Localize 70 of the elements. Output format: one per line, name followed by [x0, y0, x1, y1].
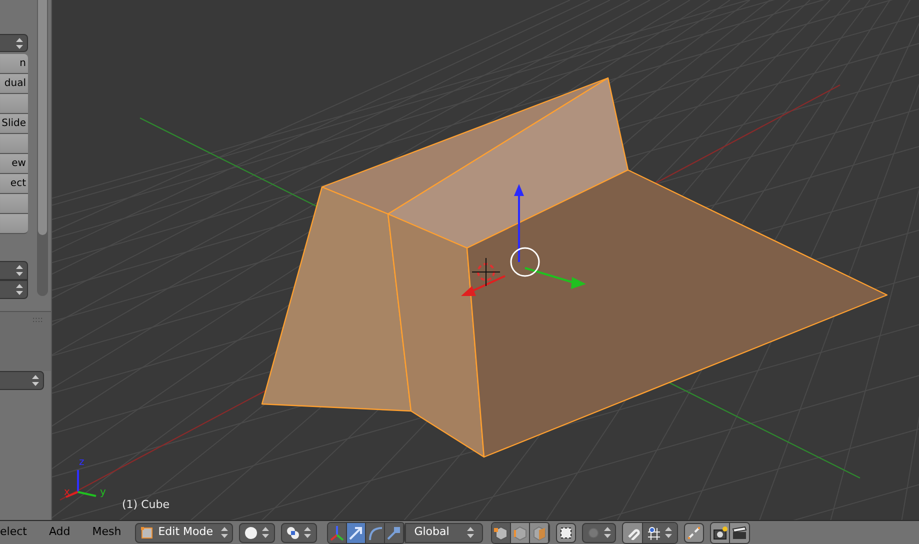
render-still-button[interactable] [711, 522, 730, 542]
shading-dropdown[interactable] [239, 522, 276, 542]
mesh-drawing[interactable] [261, 77, 888, 458]
dropdown-field[interactable] [0, 280, 28, 299]
up-down-arrows-icon [304, 527, 312, 538]
up-down-arrows-icon [604, 527, 612, 538]
menu-item[interactable]: Mesh [92, 524, 122, 541]
axis-label: x [64, 488, 70, 498]
pivot-circles-icon [286, 526, 300, 540]
dotted-square-icon [559, 526, 574, 540]
cube-edge-icon [512, 524, 528, 540]
dropdown-field[interactable] [0, 34, 28, 52]
proportional-dropdown[interactable] [582, 522, 616, 542]
tool-button[interactable] [0, 94, 28, 114]
tool-button[interactable] [0, 194, 28, 214]
camera-icon [712, 526, 728, 540]
grid-snap-icon [647, 526, 662, 540]
snap-target-toggle[interactable] [684, 522, 704, 542]
menu-item[interactable]: elect [0, 524, 27, 541]
orientation-dropdown[interactable]: Global [405, 522, 484, 542]
axis-indicator-icon [66, 470, 96, 498]
transform-gizmo-drawing[interactable] [461, 184, 586, 296]
pivot-dropdown[interactable] [281, 522, 318, 542]
cube-vertex-icon [493, 524, 510, 540]
arc-icon [367, 524, 384, 540]
up-down-arrows-icon [16, 38, 23, 48]
cube-face-icon [531, 524, 548, 540]
scrollbar[interactable] [37, 0, 48, 296]
tool-button[interactable] [0, 134, 28, 154]
tool-button[interactable] [0, 214, 28, 234]
manipulator-toggle[interactable] [347, 522, 366, 542]
tool-button[interactable]: ew [0, 154, 28, 174]
up-down-arrows-icon [221, 527, 228, 538]
scale-handle-icon [386, 524, 402, 540]
tool-button[interactable]: Slide [0, 114, 28, 134]
arrows-inward-icon [687, 526, 702, 540]
mesh-cube-icon [140, 526, 154, 540]
menu-item[interactable]: Add [48, 524, 70, 541]
tool-button[interactable]: dual [0, 74, 28, 94]
manipulator-toggle[interactable] [385, 522, 404, 542]
3d-viewport[interactable]: z x y (1) Cube [52, 0, 919, 520]
tool-button[interactable]: ect [0, 174, 28, 194]
snap-element-dropdown[interactable] [643, 522, 678, 542]
mode-dropdown[interactable]: Edit Mode [135, 522, 234, 542]
select-mode-toggle[interactable] [530, 522, 550, 542]
target-circle-icon [587, 526, 600, 540]
up-down-arrows-icon [16, 284, 23, 295]
up-down-arrows-icon [16, 265, 23, 276]
up-down-arrows-icon [665, 527, 672, 538]
snap-toggle[interactable] [623, 522, 644, 542]
axis-label: y [100, 488, 106, 498]
3d-cursor-icon [472, 258, 500, 286]
dropdown-field[interactable] [0, 261, 28, 280]
clapperboard-icon [732, 526, 748, 540]
select-mode-toggle[interactable] [511, 522, 530, 542]
manipulator-toggle[interactable] [366, 522, 386, 542]
sphere-icon [244, 526, 258, 540]
object-info: (1) Cube [122, 499, 170, 510]
axes-icon [329, 524, 346, 540]
dropdown-field[interactable] [0, 371, 44, 390]
up-down-arrows-icon [262, 527, 270, 538]
up-down-arrows-icon [32, 375, 39, 386]
occlude-toggle[interactable] [556, 522, 576, 542]
tool-button[interactable]: n [0, 54, 28, 74]
up-down-arrows-icon [467, 527, 474, 538]
axis-label: z [79, 458, 84, 468]
arrow-icon [348, 524, 364, 540]
manipulator-toggle[interactable] [328, 522, 348, 542]
render-animation-button[interactable] [730, 522, 750, 542]
select-mode-toggle[interactable] [492, 522, 512, 542]
